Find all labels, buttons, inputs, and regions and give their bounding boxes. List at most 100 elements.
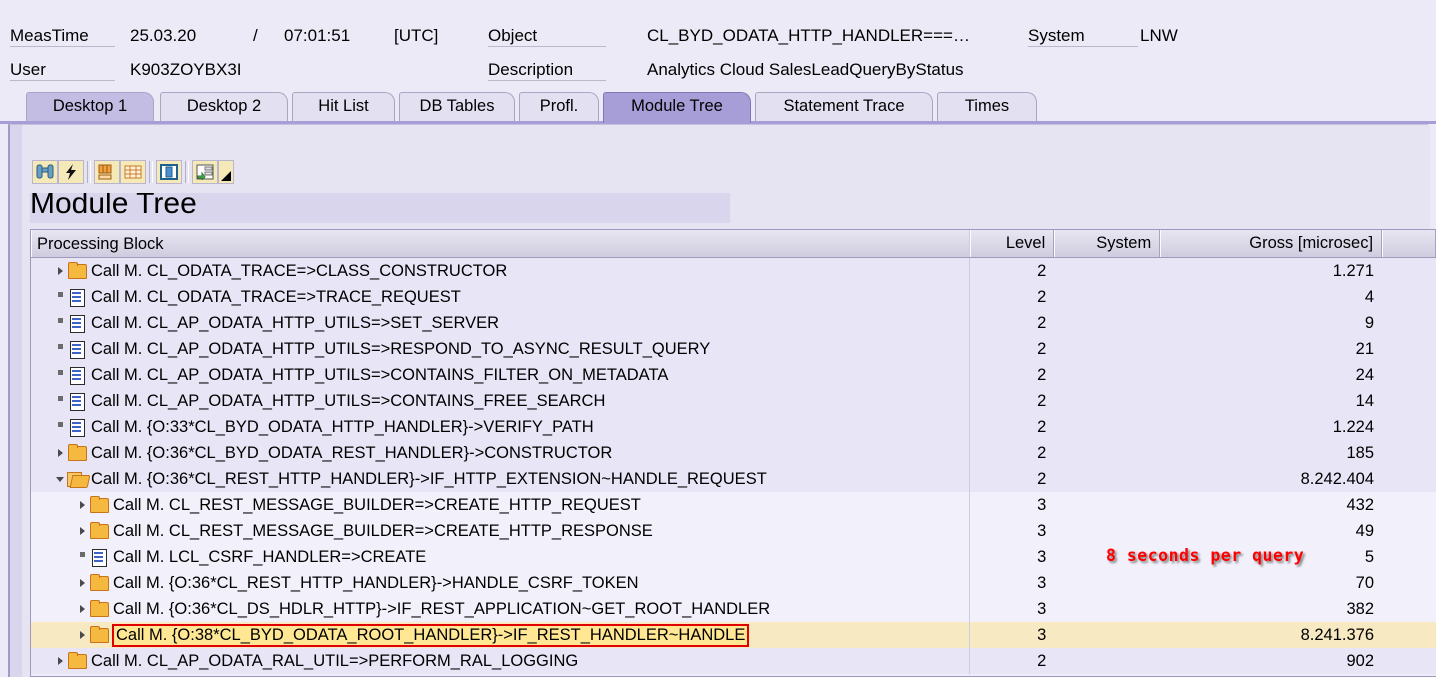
- user-label: User: [10, 60, 115, 81]
- node-label[interactable]: Call M. CL_AP_ODATA_HTTP_UTILS=>RESPOND_…: [91, 340, 710, 359]
- node-label[interactable]: Call M. CL_AP_ODATA_HTTP_UTILS=>SET_SERV…: [91, 314, 499, 333]
- grid-body[interactable]: Call M. CL_ODATA_TRACE=>CLASS_CONSTRUCTO…: [31, 258, 1436, 674]
- document-icon: [67, 288, 87, 307]
- table-row[interactable]: Call M. CL_ODATA_TRACE=>TRACE_REQUEST 2 4: [31, 284, 1436, 310]
- cell-processing-block[interactable]: Call M. CL_AP_ODATA_HTTP_UTILS=>CONTAINS…: [31, 362, 971, 388]
- table-row[interactable]: Call M. CL_AP_ODATA_HTTP_UTILS=>CONTAINS…: [31, 388, 1436, 414]
- tab-hit-list[interactable]: Hit List: [292, 92, 395, 121]
- cell-processing-block[interactable]: Call M. LCL_CSRF_HANDLER=>CREATE: [31, 544, 971, 570]
- node-label[interactable]: Call M. CL_ODATA_TRACE=>TRACE_REQUEST: [91, 288, 461, 307]
- grid-layout-icon[interactable]: [120, 160, 146, 184]
- cell-gross: 185: [1346, 444, 1375, 462]
- tree-export-icon[interactable]: [192, 160, 218, 184]
- cell-processing-block[interactable]: Call M. CL_AP_ODATA_HTTP_UTILS=>CONTAINS…: [31, 388, 971, 414]
- table-row[interactable]: Call M. {O:38*CL_BYD_ODATA_ROOT_HANDLER}…: [31, 622, 1436, 648]
- cell-processing-block[interactable]: Call M. CL_REST_MESSAGE_BUILDER=>CREATE_…: [31, 492, 971, 518]
- cell-processing-block[interactable]: Call M. CL_ODATA_TRACE=>TRACE_REQUEST: [31, 284, 971, 310]
- tab-times[interactable]: Times: [937, 92, 1037, 121]
- cell-processing-block[interactable]: Call M. {O:38*CL_BYD_ODATA_ROOT_HANDLER}…: [31, 622, 971, 648]
- node-label[interactable]: Call M. {O:36*CL_DS_HDLR_HTTP}->IF_REST_…: [113, 600, 770, 619]
- table-row[interactable]: Call M. CL_REST_MESSAGE_BUILDER=>CREATE_…: [31, 518, 1436, 544]
- cell-processing-block[interactable]: Call M. CL_ODATA_TRACE=>CLASS_CONSTRUCTO…: [31, 258, 971, 284]
- tab-db-tables[interactable]: DB Tables: [399, 92, 515, 121]
- folder-icon: [89, 600, 109, 618]
- chevron-down-icon[interactable]: [53, 467, 67, 491]
- node-label[interactable]: Call M. LCL_CSRF_HANDLER=>CREATE: [113, 548, 426, 567]
- lightning-bolt-icon[interactable]: [58, 160, 84, 184]
- table-row[interactable]: Call M. {O:36*CL_REST_HTTP_HANDLER}->IF_…: [31, 466, 1436, 492]
- chevron-right-icon[interactable]: [75, 623, 89, 647]
- table-row[interactable]: Call M. CL_ODATA_TRACE=>CLASS_CONSTRUCTO…: [31, 258, 1436, 284]
- module-tree-toolbar[interactable]: [32, 158, 234, 186]
- binoculars-icon[interactable]: [32, 160, 58, 184]
- column-header-system[interactable]: System: [1054, 230, 1161, 257]
- cell-processing-block[interactable]: Call M. CL_REST_MESSAGE_BUILDER=>CREATE_…: [31, 518, 971, 544]
- node-label[interactable]: Call M. CL_REST_MESSAGE_BUILDER=>CREATE_…: [113, 522, 653, 541]
- node-label[interactable]: Call M. {O:36*CL_REST_HTTP_HANDLER}->IF_…: [91, 470, 767, 489]
- meastime-time-value: 07:01:51: [284, 26, 351, 45]
- cell-processing-block[interactable]: Call M. {O:36*CL_REST_HTTP_HANDLER}->IF_…: [31, 466, 971, 492]
- node-label[interactable]: Call M. {O:36*CL_BYD_ODATA_REST_HANDLER}…: [91, 444, 612, 463]
- grid-header-row[interactable]: Processing Block Level System Gross [mic…: [31, 230, 1436, 258]
- chevron-right-icon[interactable]: [53, 259, 67, 283]
- chevron-right-icon[interactable]: [75, 571, 89, 595]
- tab-profl[interactable]: Profl.: [519, 92, 599, 121]
- node-label[interactable]: Call M. CL_AP_ODATA_HTTP_UTILS=>CONTAINS…: [91, 366, 668, 385]
- tab-desktop-1[interactable]: Desktop 1: [26, 92, 154, 121]
- cell-processing-block[interactable]: Call M. {O:36*CL_REST_HTTP_HANDLER}->HAN…: [31, 570, 971, 596]
- toolbar-overflow-dropdown[interactable]: [218, 160, 234, 184]
- column-header-gross[interactable]: Gross [microsec]: [1160, 230, 1383, 257]
- node-label[interactable]: Call M. {O:33*CL_BYD_ODATA_HTTP_HANDLER}…: [91, 418, 594, 437]
- table-row[interactable]: Call M. LCL_CSRF_HANDLER=>CREATE 3 5: [31, 544, 1436, 570]
- table-row[interactable]: Call M. CL_REST_MESSAGE_BUILDER=>CREATE_…: [31, 492, 1436, 518]
- cell-level: 2: [1037, 262, 1047, 280]
- table-row[interactable]: Call M. CL_AP_ODATA_HTTP_UTILS=>SET_SERV…: [31, 310, 1436, 336]
- cell-spacer: [1382, 414, 1436, 440]
- cell-processing-block[interactable]: Call M. {O:33*CL_BYD_ODATA_HTTP_HANDLER}…: [31, 414, 971, 440]
- selected-node-label[interactable]: Call M. {O:38*CL_BYD_ODATA_ROOT_HANDLER}…: [111, 623, 750, 647]
- column-header-processing-block[interactable]: Processing Block: [31, 230, 971, 257]
- node-label[interactable]: Call M. CL_ODATA_TRACE=>CLASS_CONSTRUCTO…: [91, 262, 507, 281]
- cell-system: [1054, 284, 1160, 310]
- cell-processing-block[interactable]: Call M. CL_AP_ODATA_HTTP_UTILS=>SET_SERV…: [31, 310, 971, 336]
- table-row[interactable]: Call M. {O:33*CL_BYD_ODATA_HTTP_HANDLER}…: [31, 414, 1436, 440]
- table-row[interactable]: Call M. {O:36*CL_DS_HDLR_HTTP}->IF_REST_…: [31, 596, 1436, 622]
- node-label[interactable]: Call M. CL_REST_MESSAGE_BUILDER=>CREATE_…: [113, 496, 641, 515]
- document-icon: [67, 392, 87, 411]
- chevron-right-icon[interactable]: [75, 493, 89, 517]
- chevron-right-icon[interactable]: [53, 649, 67, 673]
- tab-strip[interactable]: Desktop 1 Desktop 2 Hit List DB Tables P…: [0, 90, 1436, 123]
- table-row[interactable]: Call M. {O:36*CL_BYD_ODATA_REST_HANDLER}…: [31, 440, 1436, 466]
- leaf-marker-icon: [53, 415, 67, 439]
- cell-level: 3: [1037, 496, 1047, 514]
- chevron-right-icon[interactable]: [53, 441, 67, 465]
- cell-processing-block[interactable]: Call M. CL_AP_ODATA_RAL_UTIL=>PERFORM_RA…: [31, 648, 971, 674]
- module-tree-grid[interactable]: Processing Block Level System Gross [mic…: [30, 229, 1436, 677]
- table-row[interactable]: Call M. CL_AP_ODATA_RAL_UTIL=>PERFORM_RA…: [31, 648, 1436, 674]
- node-label[interactable]: Call M. CL_AP_ODATA_RAL_UTIL=>PERFORM_RA…: [91, 652, 578, 671]
- tab-module-tree[interactable]: Module Tree: [603, 92, 751, 123]
- tab-desktop-2[interactable]: Desktop 2: [160, 92, 288, 121]
- table-row[interactable]: Call M. CL_AP_ODATA_HTTP_UTILS=>CONTAINS…: [31, 362, 1436, 388]
- node-label[interactable]: Call M. {O:36*CL_REST_HTTP_HANDLER}->HAN…: [113, 574, 639, 593]
- page-title-text: Module Tree: [30, 193, 197, 220]
- cell-processing-block[interactable]: Call M. CL_AP_ODATA_HTTP_UTILS=>RESPOND_…: [31, 336, 971, 362]
- cell-spacer: [1382, 440, 1436, 466]
- cell-processing-block[interactable]: Call M. {O:36*CL_BYD_ODATA_REST_HANDLER}…: [31, 440, 971, 466]
- chevron-right-icon[interactable]: [75, 519, 89, 543]
- cell-gross: 432: [1346, 496, 1375, 514]
- tab-statement-trace[interactable]: Statement Trace: [755, 92, 933, 121]
- chevron-right-icon[interactable]: [75, 597, 89, 621]
- column-select-icon[interactable]: [156, 160, 182, 184]
- table-row[interactable]: Call M. CL_AP_ODATA_HTTP_UTILS=>RESPOND_…: [31, 336, 1436, 362]
- cell-spacer: [1382, 570, 1436, 596]
- table-layout-icon[interactable]: [94, 160, 120, 184]
- description-value: Analytics Cloud SalesLeadQueryByStatus: [647, 60, 964, 79]
- node-label[interactable]: Call M. CL_AP_ODATA_HTTP_UTILS=>CONTAINS…: [91, 392, 605, 411]
- folder-icon: [89, 496, 109, 514]
- column-header-level[interactable]: Level: [970, 230, 1055, 257]
- document-icon: [67, 314, 87, 333]
- cell-processing-block[interactable]: Call M. {O:36*CL_DS_HDLR_HTTP}->IF_REST_…: [31, 596, 971, 622]
- description-label: Description: [488, 60, 606, 81]
- table-row[interactable]: Call M. {O:36*CL_REST_HTTP_HANDLER}->HAN…: [31, 570, 1436, 596]
